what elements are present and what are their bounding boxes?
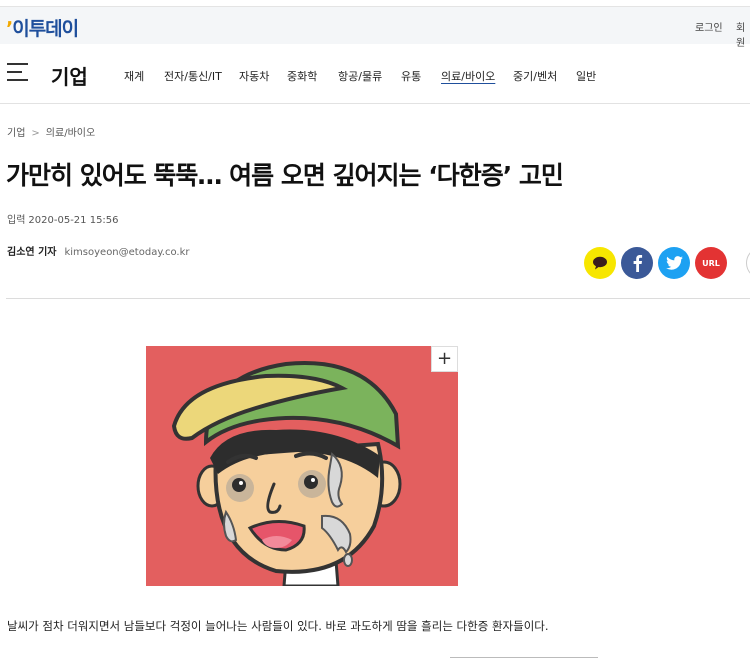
nav-item-auto[interactable]: 자동차	[239, 68, 269, 84]
nav-item-general[interactable]: 일반	[576, 68, 596, 84]
nav-item-heavy-chemical[interactable]: 중화학	[287, 68, 317, 84]
url-copy-button[interactable]: URL	[695, 247, 727, 279]
published-date: 입력 2020-05-21 15:56	[7, 211, 119, 226]
sweating-boy-illustration	[146, 346, 458, 586]
facebook-share-button[interactable]	[621, 247, 653, 279]
login-link[interactable]: 로그인	[695, 19, 723, 34]
menu-icon[interactable]	[7, 63, 28, 81]
nav-item-medical-bio[interactable]: 의료/바이오	[441, 68, 495, 84]
article-headline: 가만히 있어도 뚝뚝… 여름 오면 깊어지는 ‘다한증’ 고민	[6, 161, 564, 190]
top-bar: ʼ이투데이 로그인 회원	[0, 6, 750, 49]
chevron-right-icon: >	[31, 128, 40, 139]
twitter-share-button[interactable]	[658, 247, 690, 279]
article-body-paragraph: 날씨가 점차 더워지면서 남들보다 걱정이 늘어나는 사람들이 있다. 바로 과…	[7, 619, 549, 633]
site-logo[interactable]: ʼ이투데이	[6, 14, 79, 41]
reporter-name: 김소연 기자	[7, 247, 57, 258]
kakao-share-button[interactable]	[584, 247, 616, 279]
article-image	[146, 346, 458, 586]
facebook-icon	[633, 255, 643, 272]
nav-item-distribution[interactable]: 유통	[401, 68, 421, 84]
section-title[interactable]: 기업	[51, 61, 88, 90]
more-share-button[interactable]	[746, 247, 750, 279]
twitter-icon	[665, 256, 683, 270]
nav-item-jaegye[interactable]: 재계	[124, 68, 144, 84]
date-label: 입력	[7, 215, 26, 226]
breadcrumb: 기업 > 의료/바이오	[7, 124, 95, 139]
date-value: 2020-05-21 15:56	[28, 215, 119, 226]
logo-text: 이투데이	[12, 18, 79, 40]
section-nav: 기업 재계 전자/통신/IT 자동차 중화학 항공/물류 유통 의료/바이오 중…	[0, 44, 750, 104]
zoom-icon[interactable]: +	[431, 346, 458, 372]
kakao-icon	[593, 256, 607, 270]
breadcrumb-item-1[interactable]: 기업	[7, 128, 25, 139]
nav-item-aviation-logistics[interactable]: 항공/물류	[338, 68, 382, 84]
nav-item-electronics-it[interactable]: 전자/통신/IT	[164, 68, 222, 84]
breadcrumb-item-2[interactable]: 의료/바이오	[46, 128, 95, 139]
reporter-email[interactable]: kimsoyeon@etoday.co.kr	[64, 247, 189, 258]
header-divider	[6, 298, 750, 299]
nav-item-sme-venture[interactable]: 중기/벤처	[513, 68, 557, 84]
byline: 김소연 기자 kimsoyeon@etoday.co.kr	[7, 243, 190, 258]
